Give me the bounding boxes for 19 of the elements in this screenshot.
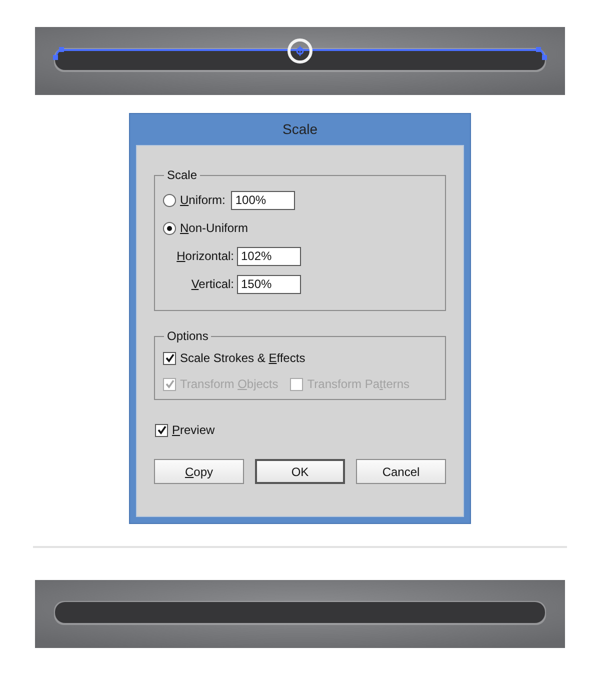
group-legend: Options (164, 327, 212, 345)
input-field[interactable]: 100% (231, 190, 296, 210)
input-field[interactable]: 102% (237, 246, 301, 266)
radio-button[interactable] (163, 194, 176, 206)
dialog-button[interactable]: Copy (154, 459, 244, 484)
checkbox-label: Preview (172, 422, 215, 439)
checkbox[interactable] (163, 352, 176, 364)
field-label: Horizontal: (176, 248, 235, 265)
radio-label: Non-Uniform (180, 220, 248, 237)
checkbox[interactable] (155, 424, 168, 436)
dialog-button[interactable]: OK (255, 459, 345, 484)
group-legend: Scale (164, 166, 200, 184)
checkbox-label: Scale Strokes & Effects (180, 350, 306, 367)
field-label: Vertical: (190, 276, 235, 293)
window-title: Scale (282, 120, 318, 139)
dialog-button[interactable]: Cancel (356, 459, 446, 484)
radio-button[interactable] (163, 222, 176, 234)
input-field[interactable]: 150% (237, 274, 301, 294)
radio-label: Uniform: (180, 192, 226, 209)
